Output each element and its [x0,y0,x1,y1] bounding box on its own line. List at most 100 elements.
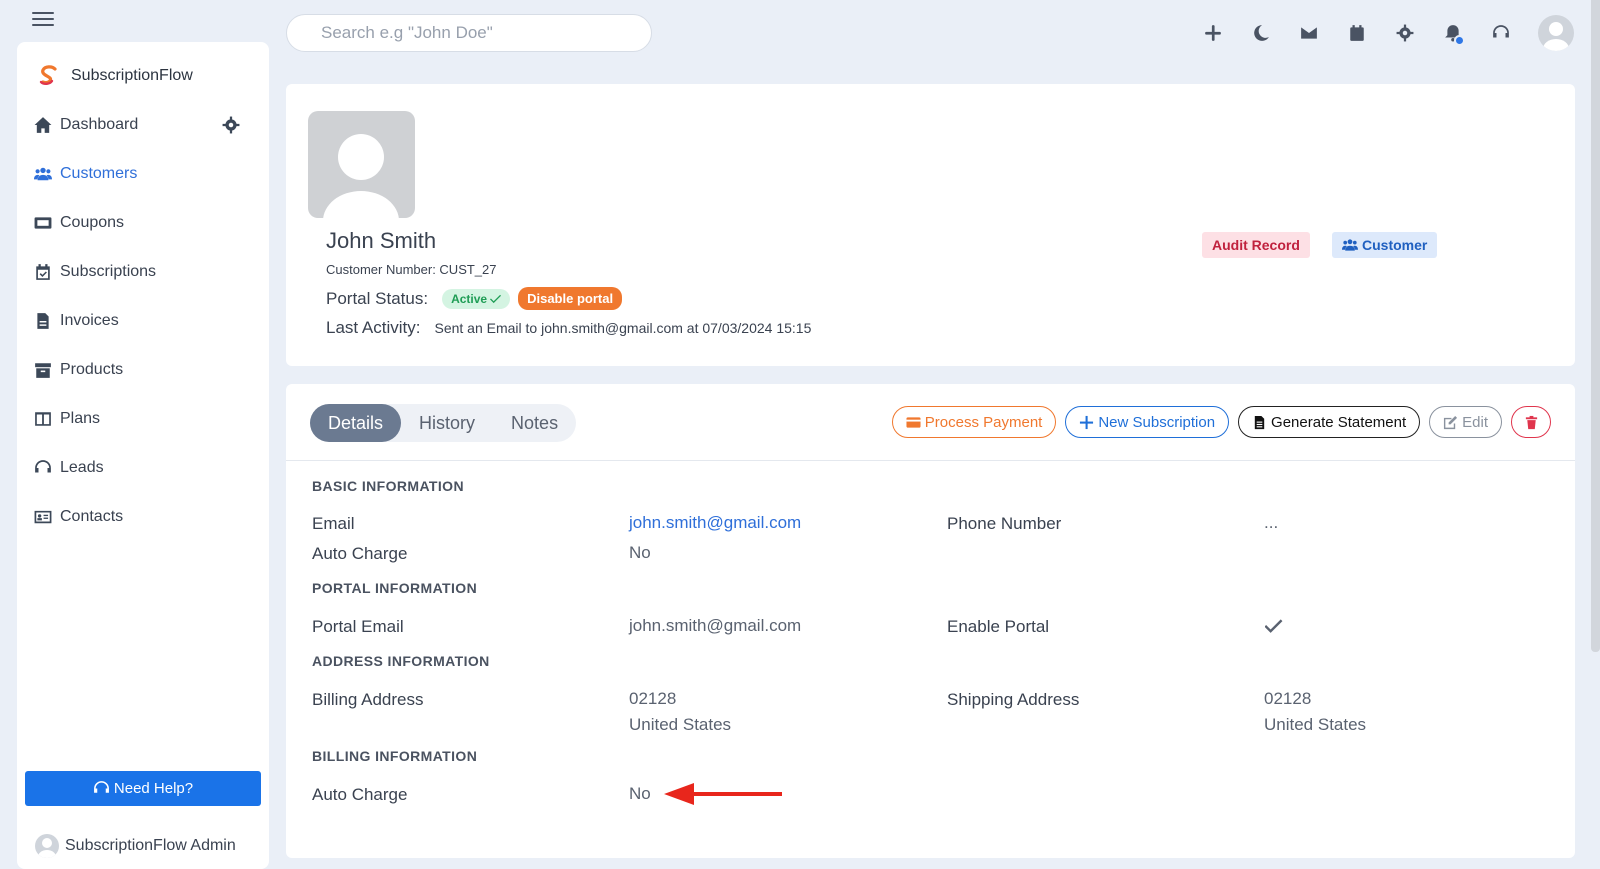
portal-email-value: john.smith@gmail.com [629,616,802,635]
shipping-address-line1: 02128 [1264,689,1312,708]
headset-icon[interactable] [1484,16,1518,50]
billing-address-line1: 02128 [629,689,677,708]
shipping-address-line2: United States [1264,715,1367,734]
moon-icon[interactable] [1244,16,1278,50]
credit-card-icon [906,416,921,428]
plus-icon[interactable] [1196,16,1230,50]
mail-icon[interactable] [1292,16,1326,50]
sidebar-item-label: Subscriptions [60,262,157,280]
calendar-icon[interactable] [1340,16,1374,50]
disable-portal-button[interactable]: Disable portal [518,287,623,310]
calendar-check-icon [36,263,50,280]
sidebar-item-label: Coupons [60,213,125,231]
section-billing-information: BILLING INFORMATION [312,748,478,764]
trash-icon [1525,415,1537,429]
sidebar-item-plans[interactable]: Plans [17,394,269,443]
sidebar-item-label: Invoices [60,311,119,329]
sidebar: SubscriptionFlow Dashboard Customers Cou… [17,42,269,869]
sidebar-item-coupons[interactable]: Coupons [17,198,269,247]
customer-profile-card: John Smith Customer Number: CUST_27 Port… [286,84,1575,366]
home-icon [34,116,52,133]
subscriptionflow-logo-icon [39,65,57,85]
sidebar-item-leads[interactable]: Leads [17,443,269,492]
phone-number-value: ... [1264,513,1279,532]
header-toolbar [1196,15,1574,51]
billing-address-label: Billing Address [312,690,424,709]
admin-name: SubscriptionFlow Admin [65,837,236,854]
email-value-link[interactable]: john.smith@gmail.com [629,510,801,536]
page-scrollbar[interactable] [1591,0,1600,652]
section-address-information: ADDRESS INFORMATION [312,653,490,669]
sidebar-item-label: Customers [60,164,138,182]
sidebar-nav: Dashboard Customers Coupons Subscription… [17,100,269,541]
enable-portal-label: Enable Portal [947,617,1050,636]
gear-icon[interactable] [1388,16,1422,50]
auto-charge-value: No [629,543,651,562]
portal-status: Portal Status: Active Disable portal [326,287,623,310]
customer-avatar [308,111,415,218]
edit-icon [1444,415,1458,429]
billing-address-line2: United States [629,715,732,734]
plus-icon [1080,415,1094,429]
sidebar-item-products[interactable]: Products [17,345,269,394]
phone-number-label: Phone Number [947,514,1062,533]
bell-icon[interactable] [1436,16,1470,50]
tab-details[interactable]: Details [310,404,402,442]
edit-button[interactable]: Edit [1429,406,1502,438]
hamburger-menu-icon[interactable] [32,12,54,28]
dashboard-settings-gear-icon[interactable] [222,116,240,134]
details-actions: Process Payment New Subscription Generat… [883,406,1551,438]
id-card-icon [34,510,52,523]
sidebar-item-invoices[interactable]: Invoices [17,296,269,345]
headset-icon [93,781,109,793]
check-icon [490,294,502,304]
check-icon [1265,619,1283,633]
details-tabs: Details History Notes [310,404,577,442]
customer-details-card: Details History Notes Process Payment Ne… [286,384,1575,858]
sidebar-item-customers[interactable]: Customers [17,149,269,198]
ticket-icon [34,216,52,229]
brand[interactable]: SubscriptionFlow [17,58,269,94]
last-activity-label: Last Activity: [326,318,421,337]
customer-name: John Smith [326,228,437,253]
delete-button[interactable] [1511,406,1551,438]
auto-charge-label: Auto Charge [312,544,408,563]
sidebar-item-label: Plans [60,409,101,427]
sidebar-item-contacts[interactable]: Contacts [17,492,269,541]
section-basic-information: BASIC INFORMATION [312,478,464,494]
billing-auto-charge-value: No [629,784,651,803]
tab-history[interactable]: History [401,404,493,442]
user-avatar[interactable] [1538,15,1574,51]
email-label: Email [312,514,355,533]
billing-auto-charge-label: Auto Charge [312,785,408,804]
divider [286,460,1575,461]
document-icon [1254,415,1265,429]
users-icon [34,167,52,180]
tab-notes[interactable]: Notes [493,404,576,442]
section-portal-information: PORTAL INFORMATION [312,580,478,596]
status-badge: Active [442,288,511,309]
admin-user[interactable]: SubscriptionFlow Admin [35,834,236,858]
search-input[interactable] [286,14,652,52]
new-subscription-button[interactable]: New Subscription [1065,406,1230,438]
generate-statement-button[interactable]: Generate Statement [1238,406,1421,438]
sidebar-item-dashboard[interactable]: Dashboard [17,100,269,149]
archive-icon [35,362,51,378]
sidebar-item-label: Contacts [60,507,124,525]
notification-dot [1454,35,1465,46]
need-help-button[interactable]: Need Help? [25,771,261,806]
sidebar-item-subscriptions[interactable]: Subscriptions [17,247,269,296]
users-icon [1342,239,1358,251]
process-payment-button[interactable]: Process Payment [891,406,1057,438]
customer-number: Customer Number: CUST_27 [326,262,497,277]
brand-name: SubscriptionFlow [71,67,193,84]
customer-tag[interactable]: Customer [1332,232,1438,258]
sidebar-item-label: Products [60,360,124,378]
sidebar-item-label: Dashboard [60,115,139,133]
need-help-label: Need Help? [113,780,194,797]
portal-email-label: Portal Email [312,617,404,636]
avatar [35,834,59,858]
audit-record-tag[interactable]: Audit Record [1202,232,1310,258]
annotation-arrow-icon [664,783,782,805]
last-activity-value: Sent an Email to john.smith@gmail.com at… [434,320,812,336]
